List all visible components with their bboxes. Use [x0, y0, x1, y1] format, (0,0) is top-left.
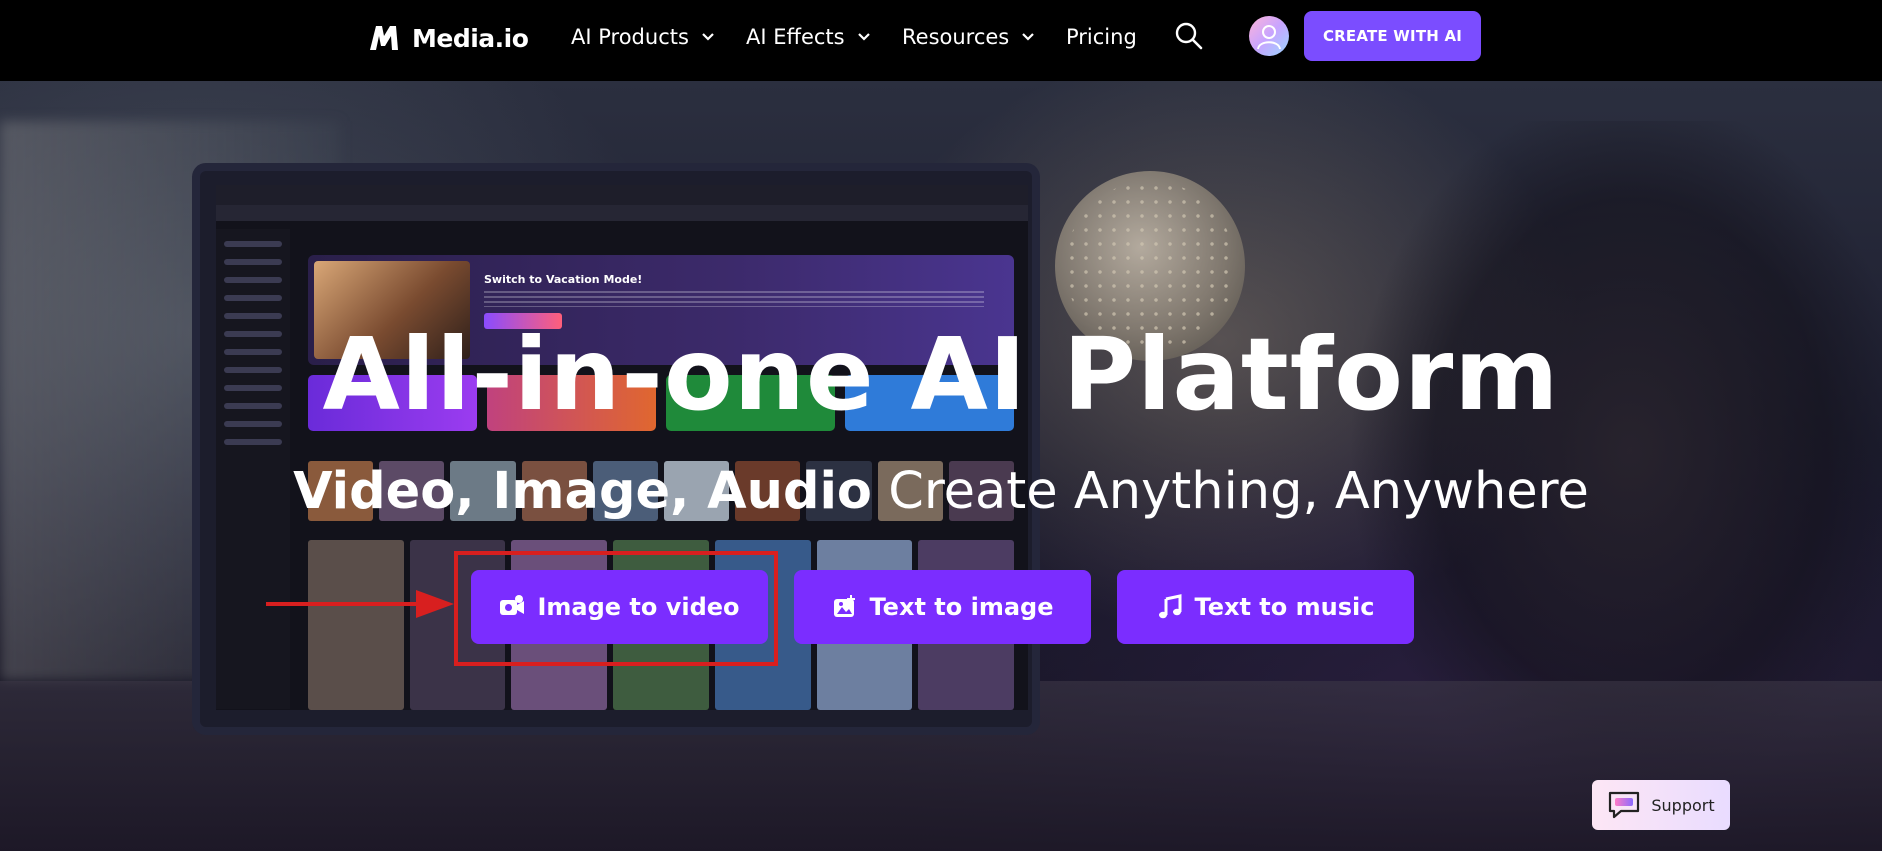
logo-text: Media.io [412, 23, 529, 53]
support-label: Support [1651, 795, 1715, 815]
nav-item-ai-effects[interactable]: AI Effects [746, 22, 871, 52]
nav-item-label: Resources [902, 25, 1010, 49]
chevron-down-icon [1022, 33, 1035, 41]
avatar[interactable] [1249, 16, 1289, 56]
logo-icon [370, 26, 398, 50]
top-navbar: Media.io AI Products AI Effects Resource… [0, 0, 1882, 81]
mock-url-bar [216, 205, 1028, 221]
search-icon[interactable] [1174, 21, 1204, 51]
nav-item-label: AI Products [571, 25, 689, 49]
mock-banner-desc [484, 291, 984, 307]
support-button[interactable]: Support [1592, 780, 1730, 830]
chat-bubble-icon [1609, 791, 1640, 819]
image-plus-icon [833, 595, 855, 617]
nav-item-pricing[interactable]: Pricing [1066, 22, 1137, 52]
chevron-down-icon [857, 33, 870, 41]
nav-item-ai-products[interactable]: AI Products [571, 22, 715, 52]
button-label: Text to music [1194, 593, 1375, 621]
hero-subtitle-regular: Create Anything, Anywhere [888, 462, 1589, 521]
nav-item-label: Pricing [1066, 25, 1137, 49]
hero-subtitle: Video, Image, Audio Create Anything, Any… [0, 466, 1882, 517]
chevron-down-icon [702, 33, 714, 41]
create-with-ai-button[interactable]: CREATE WITH AI [1304, 11, 1481, 61]
annotation-highlight-box [454, 551, 778, 666]
button-label: Text to image [869, 593, 1054, 621]
text-to-music-button[interactable]: Text to music [1117, 570, 1414, 644]
hero-title: All-in-one AI Platform [322, 316, 1560, 433]
text-to-image-button[interactable]: Text to image [794, 570, 1091, 644]
nav-item-label: AI Effects [746, 25, 845, 49]
mock-banner-title: Switch to Vacation Mode! [484, 273, 643, 286]
mock-tab-bar [216, 185, 1028, 205]
nav-item-resources[interactable]: Resources [902, 22, 1035, 52]
hero-subtitle-bold: Video, Image, Audio [293, 462, 872, 521]
logo[interactable]: Media.io [368, 18, 529, 58]
annotation-arrow-icon [266, 590, 454, 618]
user-icon [1257, 25, 1281, 50]
music-note-icon [1158, 594, 1182, 619]
